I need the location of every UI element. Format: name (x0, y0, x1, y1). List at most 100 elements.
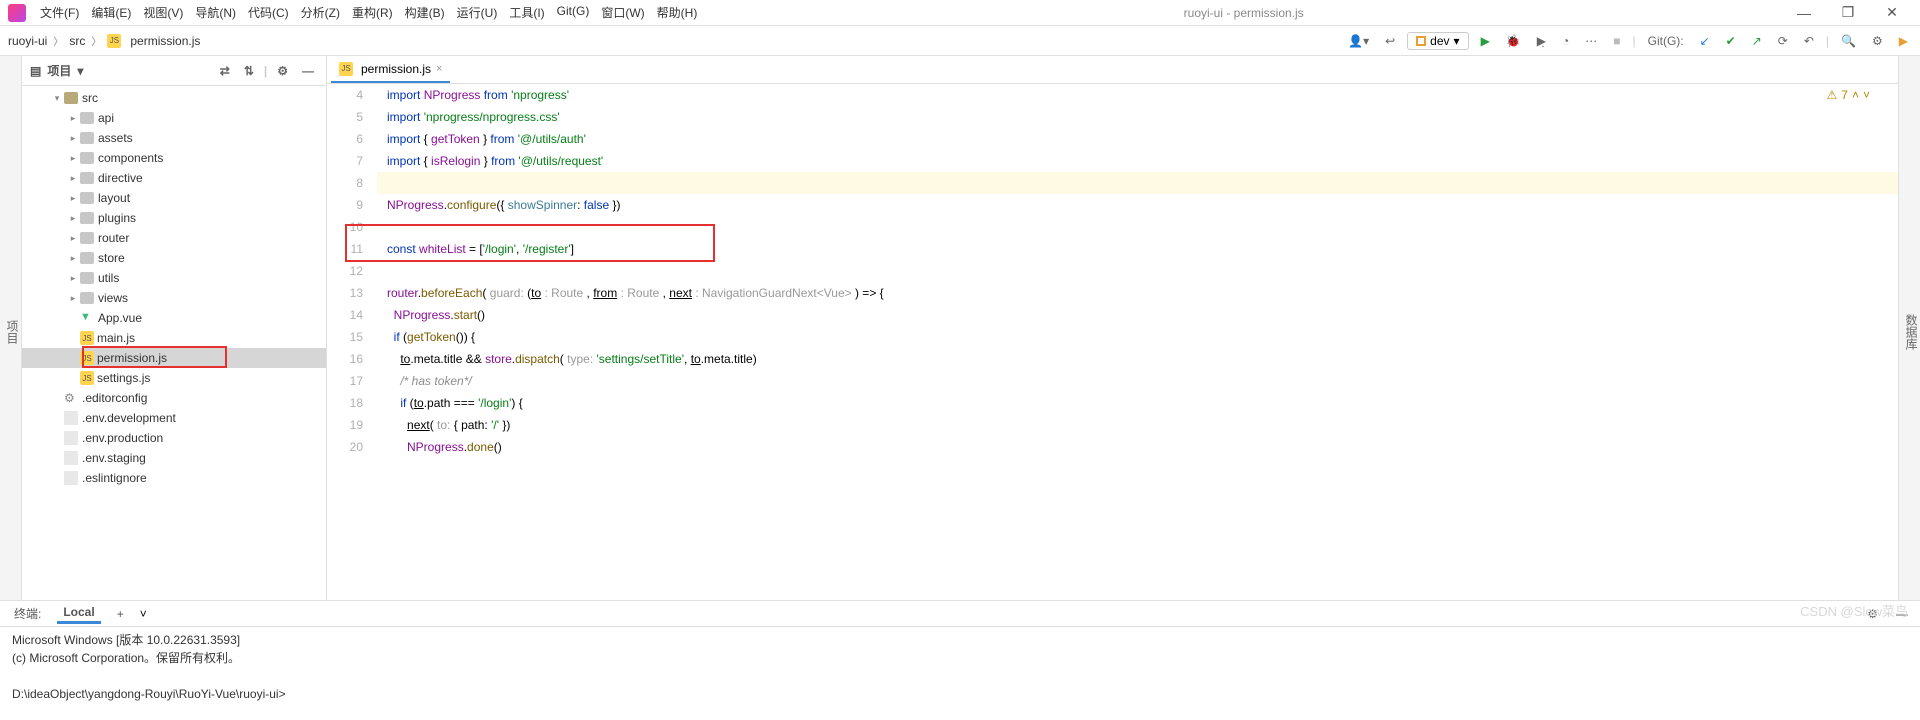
search-icon[interactable]: 🔍 (1837, 32, 1860, 50)
tree-item[interactable]: ▸assets (22, 128, 326, 148)
chevron-down-icon[interactable]: ˅ (140, 607, 147, 621)
terminal-output[interactable]: Microsoft Windows [版本 10.0.22631.3593](c… (0, 627, 1920, 720)
terminal-tool-window: 终端: Local + ˅ ⚙ — Microsoft Windows [版本 … (0, 600, 1920, 720)
toolbox-icon[interactable]: ▶ (1895, 32, 1912, 50)
inspection-widget[interactable]: ⚠ 7 ˄ ˅ (1827, 88, 1870, 102)
menu-item[interactable]: 构建(B) (399, 2, 451, 23)
expand-all-icon[interactable]: ⇅ (240, 62, 258, 80)
menu-item[interactable]: Git(G) (551, 2, 596, 23)
menu-item[interactable]: 重构(R) (346, 2, 399, 23)
hide-icon[interactable]: — (298, 62, 318, 80)
tree-item[interactable]: ▼App.vue (22, 308, 326, 328)
tree-item[interactable]: ▸store (22, 248, 326, 268)
close-button[interactable]: ✕ (1872, 4, 1912, 21)
code-line[interactable]: import NProgress from 'nprogress' (377, 84, 1898, 106)
tree-item[interactable]: ⚙.editorconfig (22, 388, 326, 408)
tree-arrow-icon: ▸ (66, 113, 80, 124)
run-button[interactable]: ▶ (1477, 32, 1494, 50)
code-line[interactable]: next( to: { path: '/' }) (377, 414, 1898, 436)
settings-icon[interactable]: ⚙ (273, 62, 292, 80)
menu-item[interactable]: 运行(U) (451, 2, 504, 23)
code-line[interactable]: import { getToken } from '@/utils/auth' (377, 128, 1898, 150)
chevron-up-icon[interactable]: ˄ (1852, 88, 1859, 102)
tree-item[interactable]: .env.production (22, 428, 326, 448)
tree-item[interactable]: ▸api (22, 108, 326, 128)
close-tab-icon[interactable]: × (436, 63, 442, 75)
tree-item[interactable]: JSsettings.js (22, 368, 326, 388)
tree-item[interactable]: .eslintignore (22, 468, 326, 488)
menu-item[interactable]: 导航(N) (189, 2, 242, 23)
tree-item[interactable]: ▸utils (22, 268, 326, 288)
git-update-icon[interactable]: ↙ (1696, 32, 1714, 50)
tree-item[interactable]: ▸layout (22, 188, 326, 208)
menu-item[interactable]: 视图(V) (137, 2, 189, 23)
menu-item[interactable]: 编辑(E) (85, 2, 137, 23)
select-opened-icon[interactable]: ⇄ (216, 62, 234, 80)
breadcrumb-file[interactable]: permission.js (130, 34, 200, 48)
tree-item-label: settings.js (97, 371, 150, 385)
tree-item[interactable]: .env.development (22, 408, 326, 428)
code-line[interactable]: import { isRelogin } from '@/utils/reque… (377, 150, 1898, 172)
code-line[interactable]: NProgress.configure({ showSpinner: false… (377, 194, 1898, 216)
tree-item[interactable]: JSpermission.js (22, 348, 326, 368)
tab-permission-js[interactable]: JS permission.js × (331, 56, 450, 83)
menu-item[interactable]: 文件(F) (34, 2, 85, 23)
tree-item[interactable]: ▸plugins (22, 208, 326, 228)
coverage-button[interactable]: ▶̣ (1533, 32, 1550, 50)
user-icon[interactable]: 👤▾ (1344, 32, 1373, 50)
code-line[interactable]: import 'nprogress/nprogress.css' (377, 106, 1898, 128)
tree-item[interactable]: ▾src (22, 88, 326, 108)
settings-icon[interactable]: ⚙ (1868, 32, 1887, 50)
code-content[interactable]: import NProgress from 'nprogress'import … (377, 84, 1898, 600)
code-line[interactable]: to.meta.title && store.dispatch( type: '… (377, 348, 1898, 370)
minimize-button[interactable]: — (1784, 5, 1824, 21)
left-tool-strip[interactable]: 项目 (0, 56, 22, 600)
tree-item[interactable]: ▸directive (22, 168, 326, 188)
menu-item[interactable]: 窗口(W) (595, 2, 650, 23)
breadcrumb-src[interactable]: src (69, 34, 85, 48)
back-arrow-icon[interactable]: ↩ (1381, 32, 1399, 50)
git-history-icon[interactable]: ⟳ (1774, 32, 1792, 50)
menu-item[interactable]: 分析(Z) (295, 2, 346, 23)
line-number: 12 (327, 260, 363, 282)
code-line[interactable]: NProgress.start() (377, 304, 1898, 326)
code-line[interactable]: /* has token*/ (377, 370, 1898, 392)
terminal-tab-local[interactable]: Local (57, 603, 100, 624)
tree-item[interactable]: JSmain.js (22, 328, 326, 348)
breadcrumb-root[interactable]: ruoyi-ui (8, 34, 47, 48)
maximize-button[interactable]: ❐ (1828, 4, 1868, 21)
chevron-down-icon[interactable]: ˅ (1863, 88, 1870, 102)
git-push-icon[interactable]: ↗ (1748, 32, 1766, 50)
tree-item[interactable]: .env.staging (22, 448, 326, 468)
attach-button[interactable]: ⋯ (1581, 32, 1601, 50)
hide-terminal-icon[interactable]: — (1892, 605, 1912, 623)
code-line[interactable]: if (to.path === '/login') { (377, 392, 1898, 414)
tree-item[interactable]: ▸views (22, 288, 326, 308)
folder-icon (80, 192, 94, 204)
git-commit-icon[interactable]: ✔ (1722, 32, 1740, 50)
code-line[interactable]: if (getToken()) { (377, 326, 1898, 348)
terminal-settings-icon[interactable]: ⚙ (1863, 605, 1882, 623)
code-line[interactable]: router.beforeEach( guard: (to : Route , … (377, 282, 1898, 304)
code-line[interactable] (377, 260, 1898, 282)
menu-item[interactable]: 工具(I) (503, 2, 550, 23)
code-editor[interactable]: 4567891011121314151617181920 import NPro… (327, 84, 1898, 600)
project-tree[interactable]: ▾src▸api▸assets▸components▸directive▸lay… (22, 86, 326, 600)
chevron-down-icon[interactable]: ▾ (77, 64, 83, 78)
tree-item[interactable]: ▸router (22, 228, 326, 248)
code-line[interactable]: NProgress.done() (377, 436, 1898, 458)
stop-button[interactable]: ■ (1609, 32, 1624, 50)
run-config-selector[interactable]: dev ▾ (1407, 32, 1468, 50)
code-line[interactable] (377, 216, 1898, 238)
add-terminal-button[interactable]: + (111, 605, 130, 623)
tree-item[interactable]: ▸components (22, 148, 326, 168)
code-line[interactable]: const whiteList = ['/login', '/register'… (377, 238, 1898, 260)
right-tool-strip[interactable]: 数据库 (1898, 56, 1920, 600)
menu-item[interactable]: 代码(C) (242, 2, 295, 23)
git-revert-icon[interactable]: ↶ (1800, 32, 1818, 50)
debug-button[interactable]: 🐞 (1502, 32, 1525, 50)
profile-button[interactable]: ◔ (1558, 32, 1573, 50)
menu-item[interactable]: 帮助(H) (651, 2, 704, 23)
terminal-line: D:\ideaObject\yangdong-Rouyi\RuoYi-Vue\r… (12, 685, 1908, 703)
code-line[interactable] (377, 172, 1898, 194)
